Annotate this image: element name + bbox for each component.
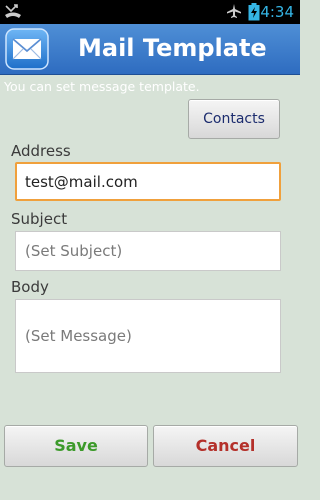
contacts-button[interactable]: Contacts xyxy=(188,99,280,139)
airplane-mode-icon xyxy=(226,3,242,23)
subject-field[interactable]: (Set Subject) xyxy=(15,231,281,271)
body-field[interactable]: (Set Message) xyxy=(15,299,281,373)
battery-charging-icon xyxy=(248,3,260,25)
hint-text: You can set message template. xyxy=(4,79,200,94)
mail-envelope-icon xyxy=(5,28,49,74)
cancel-button[interactable]: Cancel xyxy=(153,425,298,467)
app-title-bar: Mail Template xyxy=(0,24,300,75)
page-title: Mail Template xyxy=(78,34,267,62)
status-time: 4:34 xyxy=(260,3,294,21)
address-label: Address xyxy=(11,142,71,160)
body-label: Body xyxy=(11,278,49,296)
missed-call-icon xyxy=(4,2,22,24)
save-button[interactable]: Save xyxy=(4,425,148,467)
subject-label: Subject xyxy=(11,210,68,228)
status-bar: 4:34 xyxy=(0,0,300,24)
address-field[interactable]: test@mail.com xyxy=(15,162,281,201)
